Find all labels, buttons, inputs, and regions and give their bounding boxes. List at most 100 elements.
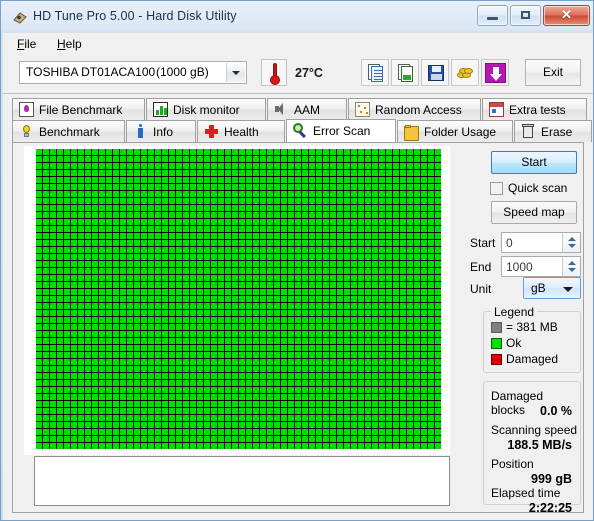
scan-block — [358, 282, 364, 288]
drive-select[interactable]: TOSHIBA DT01ACA100 (1000 gB) — [19, 61, 247, 84]
tab-error-scan[interactable]: Error Scan — [286, 119, 396, 142]
save-button[interactable] — [421, 59, 449, 86]
scan-block — [302, 198, 308, 204]
scan-block — [106, 324, 112, 330]
tab-info[interactable]: Info — [126, 120, 196, 142]
scan-block — [302, 345, 308, 351]
end-value-spinner[interactable]: 1000 — [501, 256, 581, 277]
speed-map-button[interactable]: Speed map — [491, 201, 577, 224]
scan-block — [106, 317, 112, 323]
tab-file-benchmark[interactable]: File Benchmark — [12, 98, 145, 120]
tab-erase[interactable]: Erase — [514, 120, 592, 142]
scan-block — [379, 296, 385, 302]
tab-aam[interactable]: AAM — [267, 98, 347, 120]
scan-block — [358, 443, 364, 449]
scan-block — [344, 352, 350, 358]
scan-block — [246, 268, 252, 274]
scan-block — [379, 261, 385, 267]
tab-extra-tests[interactable]: Extra tests — [482, 98, 587, 120]
scan-block — [407, 268, 413, 274]
scan-block — [43, 289, 49, 295]
download-button[interactable] — [481, 59, 509, 86]
copy-image-button[interactable] — [391, 59, 419, 86]
scan-block — [197, 422, 203, 428]
scan-block — [253, 436, 259, 442]
copy-text-button[interactable] — [361, 59, 389, 86]
scan-block — [176, 422, 182, 428]
scan-block — [71, 380, 77, 386]
scan-block — [162, 401, 168, 407]
scan-block — [239, 247, 245, 253]
scan-block — [71, 275, 77, 281]
scan-block — [365, 212, 371, 218]
scan-block — [169, 324, 175, 330]
scan-block — [365, 331, 371, 337]
quick-scan-row[interactable]: Quick scan — [490, 181, 567, 195]
scan-block — [113, 254, 119, 260]
scan-block — [197, 429, 203, 435]
scan-block — [148, 359, 154, 365]
scan-block — [183, 177, 189, 183]
tab-health[interactable]: Health — [197, 120, 285, 142]
scan-block — [239, 429, 245, 435]
scan-block — [407, 247, 413, 253]
scan-block — [134, 149, 140, 155]
scan-block — [302, 205, 308, 211]
scan-block — [316, 170, 322, 176]
quick-scan-checkbox[interactable] — [490, 181, 503, 195]
scan-block — [435, 324, 441, 330]
scan-block — [211, 401, 217, 407]
menu-file[interactable]: File — [11, 36, 42, 52]
scan-log-output[interactable] — [34, 456, 450, 506]
scan-block — [295, 359, 301, 365]
scan-block — [379, 352, 385, 358]
scan-block — [274, 268, 280, 274]
scan-block — [92, 219, 98, 225]
scan-block — [120, 177, 126, 183]
scan-block — [274, 415, 280, 421]
unit-select[interactable]: gB — [523, 277, 581, 299]
end-spinner-buttons[interactable] — [562, 257, 580, 276]
scan-block — [225, 338, 231, 344]
tab-random-access[interactable]: Random Access — [348, 98, 481, 120]
scan-block — [295, 289, 301, 295]
scan-block — [323, 303, 329, 309]
scan-block — [204, 254, 210, 260]
scan-block — [246, 352, 252, 358]
scan-block-grid[interactable] — [36, 149, 441, 449]
scan-block — [330, 156, 336, 162]
scan-block — [106, 303, 112, 309]
exit-button[interactable]: Exit — [525, 59, 581, 86]
scan-block — [57, 275, 63, 281]
scan-block — [365, 282, 371, 288]
start-value-spinner[interactable]: 0 — [501, 232, 581, 253]
scan-block — [246, 422, 252, 428]
scan-block — [232, 331, 238, 337]
scan-block — [316, 338, 322, 344]
scan-block — [407, 282, 413, 288]
scan-block — [246, 359, 252, 365]
chevron-down-icon[interactable] — [226, 63, 245, 82]
minimize-button[interactable] — [477, 5, 508, 26]
start-spinner-buttons[interactable] — [562, 233, 580, 252]
tab-folder-usage[interactable]: Folder Usage — [397, 120, 513, 142]
tab-benchmark[interactable]: Benchmark — [12, 120, 125, 142]
menu-help[interactable]: Help — [51, 36, 88, 52]
scan-block — [351, 177, 357, 183]
start-scan-button[interactable]: Start — [491, 151, 577, 174]
register-button[interactable] — [451, 59, 479, 86]
scan-block — [323, 275, 329, 281]
tab-disk-monitor[interactable]: Disk monitor — [146, 98, 266, 120]
maximize-button[interactable] — [510, 5, 541, 26]
scan-block — [414, 226, 420, 232]
scan-block — [421, 401, 427, 407]
scan-block — [288, 408, 294, 414]
scan-block — [36, 170, 42, 176]
scan-block — [421, 338, 427, 344]
scan-block — [295, 275, 301, 281]
scan-block — [218, 415, 224, 421]
scan-block — [260, 303, 266, 309]
scan-block — [281, 212, 287, 218]
scan-block — [92, 254, 98, 260]
close-button[interactable]: ✕ — [543, 5, 590, 26]
